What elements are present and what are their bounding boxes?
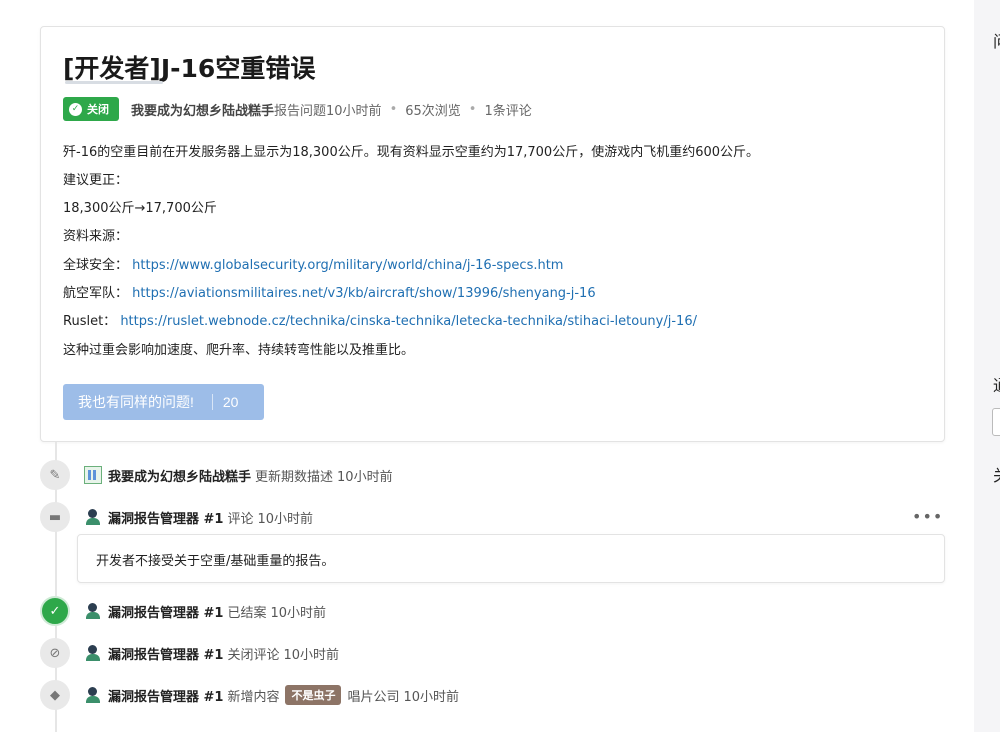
event-action: 新增内容 (227, 689, 280, 705)
status-badge-label: 关闭 (87, 103, 109, 116)
event-extra: 唱片公司 (347, 689, 400, 705)
event-user[interactable]: 漏洞报告管理器 #1 (108, 686, 223, 705)
comment-icon: ▬ (40, 502, 70, 532)
avatar[interactable] (84, 686, 102, 704)
sidebar: 问 通 关 (974, 0, 1000, 732)
reported-meta: 报告问题10小时前 (274, 103, 382, 119)
avatar[interactable] (84, 466, 102, 484)
meta-separator: • (389, 101, 398, 117)
button-divider (211, 394, 213, 410)
event-action: 评论 (227, 511, 254, 527)
event-user[interactable]: 漏洞报告管理器 #1 (108, 508, 223, 527)
page: [开发者]J-16空重错误 ✓ 关闭 我要成为幻想乡陆战糕手 报告问题10小时前… (0, 0, 1000, 732)
source-line: 全球安全： https://www.globalsecurity.org/mil… (63, 256, 563, 276)
avatar[interactable] (84, 508, 102, 526)
sidebar-heading: 问 (993, 28, 1000, 52)
meta-separator: • (468, 101, 477, 117)
source-link[interactable]: https://aviationsmilitaires.net/v3/kb/ai… (132, 286, 595, 301)
timeline-event: 漏洞报告管理器 #1 关闭评论 10小时前 (84, 643, 339, 663)
comment-count: 1条评论 (484, 103, 532, 119)
event-action: 已结案 (227, 605, 267, 621)
source-label: Ruslet： (63, 314, 117, 329)
timeline-event: 漏洞报告管理器 #1 已结案 10小时前 (84, 601, 326, 621)
author-link[interactable]: 我要成为幻想乡陆战糕手 (131, 100, 274, 119)
event-time: 10小时前 (270, 605, 327, 621)
me-too-count: 20 (222, 394, 239, 410)
event-time: 10小时前 (337, 469, 393, 485)
body-paragraph: 18,300公斤→17,700公斤 (63, 201, 217, 216)
tag-icon: ◆ (40, 680, 70, 710)
comment-box: 开发者不接受关于空重/基础重量的报告。 (77, 534, 945, 583)
avatar[interactable] (84, 602, 102, 620)
timeline-event: 我要成为幻想乡陆战糕手 更新期数描述 10小时前 (84, 465, 393, 485)
source-line: 航空军队： https://aviationsmilitaires.net/v3… (63, 284, 596, 304)
source-label: 航空军队： (63, 286, 129, 301)
status-badge: ✓ 关闭 (63, 97, 119, 121)
body-paragraph: 歼-16的空重目前在开发服务器上显示为18,300公斤。现有资料显示空重约为17… (63, 145, 760, 160)
check-icon: ✓ (40, 596, 70, 626)
me-too-label: 我也有同样的问题! (78, 394, 194, 410)
body-paragraph: 建议更正： (63, 173, 129, 188)
event-user[interactable]: 漏洞报告管理器 #1 (108, 602, 223, 621)
comment-off-icon: ⊘ (40, 638, 70, 668)
body-paragraph: 资料来源： (63, 229, 129, 244)
event-user[interactable]: 漏洞报告管理器 #1 (108, 644, 223, 663)
check-icon: ✓ (69, 102, 82, 116)
source-label: 全球安全： (63, 258, 129, 273)
event-action: 关闭评论 (227, 647, 280, 663)
avatar[interactable] (84, 644, 102, 662)
title-underline (65, 81, 163, 84)
page-title: [开发者]J-16空重错误 (63, 54, 316, 83)
event-user[interactable]: 我要成为幻想乡陆战糕手 (108, 466, 251, 485)
issue-meta: ✓ 关闭 我要成为幻想乡陆战糕手 报告问题10小时前 • 65次浏览 • 1条评… (63, 97, 532, 121)
more-options-icon[interactable]: ••• (912, 507, 943, 526)
view-count: 65次浏览 (405, 103, 461, 119)
me-too-button[interactable]: 我也有同样的问题! 20 (63, 384, 264, 420)
timeline-event: 漏洞报告管理器 #1 评论 10小时前 (84, 507, 313, 527)
event-time: 10小时前 (257, 511, 314, 527)
source-line: Ruslet： https://ruslet.webnode.cz/techni… (63, 312, 697, 332)
event-time: 10小时前 (403, 689, 460, 705)
event-action: 更新期数描述 (255, 469, 334, 485)
sidebar-input[interactable] (992, 408, 1000, 436)
source-link[interactable]: https://www.globalsecurity.org/military/… (132, 258, 563, 273)
source-link[interactable]: https://ruslet.webnode.cz/technika/cinsk… (120, 314, 697, 329)
timeline-event: 漏洞报告管理器 #1 新增内容 不是虫子 唱片公司 10小时前 (84, 685, 459, 705)
sidebar-heading: 通 (993, 372, 1000, 396)
event-time: 10小时前 (283, 647, 340, 663)
sidebar-heading: 关 (993, 462, 1000, 486)
body-paragraph: 这种过重会影响加速度、爬升率、持续转弯性能以及推重比。 (63, 343, 415, 358)
label-tag[interactable]: 不是虫子 (285, 685, 342, 705)
pencil-icon: ✎ (40, 460, 70, 490)
issue-card: [开发者]J-16空重错误 ✓ 关闭 我要成为幻想乡陆战糕手 报告问题10小时前… (40, 26, 945, 442)
